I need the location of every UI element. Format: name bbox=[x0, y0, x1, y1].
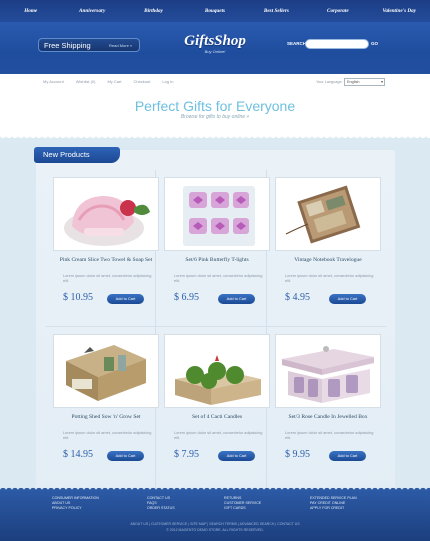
logo-text: GiftsShop bbox=[184, 33, 246, 49]
banner-subtitle[interactable]: Browse for gifts to buy online » bbox=[0, 114, 430, 120]
footer-link[interactable]: APPLY FOR CREDIT bbox=[310, 506, 357, 511]
product-price: $ 6.95 bbox=[174, 292, 199, 303]
add-to-cart-button[interactable]: Add to Cart bbox=[107, 294, 144, 304]
product-price: $ 7.95 bbox=[174, 449, 199, 460]
nav-corporate[interactable]: Corporate bbox=[307, 0, 368, 22]
chevron-down-icon: ▾ bbox=[380, 79, 383, 84]
account-links: My Account Wishlist (0) My Cart Checkout… bbox=[43, 79, 174, 85]
product-name[interactable]: Vintage Notebook Travelogue bbox=[275, 257, 381, 264]
hero-banner: Perfect Gifts for Everyone Browse for gi… bbox=[0, 91, 430, 140]
free-shipping-banner[interactable]: Free Shipping Read More » bbox=[38, 38, 140, 52]
product-price: $ 4.95 bbox=[285, 292, 310, 303]
product-description: Lorem ipsum dolor sit amet, consectetur … bbox=[285, 273, 374, 283]
product-price: $ 14.95 bbox=[63, 449, 93, 460]
logo-tagline: Buy Online! bbox=[204, 49, 226, 54]
search-label: SEARCH bbox=[287, 41, 307, 46]
product-image[interactable] bbox=[275, 177, 381, 251]
product-description: Lorem ipsum dolor sit amet, consectetur … bbox=[174, 273, 263, 283]
product-description: Lorem ipsum dolor sit amet, consectetur … bbox=[63, 273, 152, 283]
language-value: English bbox=[347, 80, 360, 84]
add-to-cart-button[interactable]: Add to Cart bbox=[218, 294, 255, 304]
nav-valentines-day[interactable]: Valentine's Day bbox=[369, 0, 430, 22]
free-shipping-label: Free Shipping bbox=[44, 41, 91, 50]
add-to-cart-button[interactable]: Add to Cart bbox=[218, 451, 255, 461]
nav-birthday[interactable]: Birthday bbox=[123, 0, 184, 22]
nav-best-sellers[interactable]: Best Sellers bbox=[246, 0, 307, 22]
footer-link[interactable]: ORDER STATUS bbox=[147, 506, 175, 511]
add-to-cart-button[interactable]: Add to Cart bbox=[329, 294, 366, 304]
footer-column: CONTACT US FAQS ORDER STATUS bbox=[147, 496, 175, 511]
search-go-button[interactable]: GO bbox=[371, 41, 378, 46]
add-to-cart-button[interactable]: Add to Cart bbox=[329, 451, 366, 461]
row-divider bbox=[46, 326, 386, 327]
product-description: Lorem ipsum dolor sit amet, consectetur … bbox=[63, 430, 152, 440]
nav-bouquets[interactable]: Bouquets bbox=[184, 0, 245, 22]
product-price: $ 9.95 bbox=[285, 449, 310, 460]
language-label: Your Language: bbox=[316, 80, 343, 84]
copyright: © 2012 MAGENTO DEMO STORE. ALL RIGHTS RE… bbox=[166, 528, 264, 532]
my-cart-link[interactable]: My Cart bbox=[107, 79, 121, 85]
footer-link[interactable]: PRIVACY POLICY bbox=[52, 506, 99, 511]
utility-bar: My Account Wishlist (0) My Cart Checkout… bbox=[0, 74, 430, 91]
logo[interactable]: GiftsShop Buy Online! bbox=[170, 33, 260, 54]
banner-title: Perfect Gifts for Everyone bbox=[134, 98, 296, 114]
nav-anniversary[interactable]: Anniversary bbox=[61, 0, 122, 22]
product-description: Lorem ipsum dolor sit amet, consectetur … bbox=[174, 430, 263, 440]
footer-scallop bbox=[0, 486, 430, 491]
product-name[interactable]: Pink Cream Slice Two Towel & Soap Set bbox=[53, 257, 159, 264]
wishlist-link[interactable]: Wishlist (0) bbox=[76, 79, 96, 85]
product-name[interactable]: Set/6 Pink Butterfly T-lights bbox=[164, 257, 270, 264]
product-name[interactable]: Potting Shed Sow 'n' Grow Set bbox=[53, 414, 159, 421]
language-select[interactable]: English ▾ bbox=[344, 78, 385, 86]
log-in-link[interactable]: Log In bbox=[162, 79, 173, 85]
product-image[interactable] bbox=[164, 177, 270, 251]
nav-home[interactable]: Home bbox=[0, 0, 61, 22]
top-nav: Home Anniversary Birthday Bouquets Best … bbox=[0, 0, 430, 22]
search-input[interactable] bbox=[305, 39, 369, 49]
footer-column: CONSUMER INFORMATION ABOUT US PRIVACY PO… bbox=[52, 496, 99, 511]
footer-column: RETURNS CUSTOMER SERVICE GIFT CARDS bbox=[224, 496, 261, 511]
footer-column: EXTENDED SERVICE PLAN PAY CREDIT ONLINE … bbox=[310, 496, 357, 511]
my-account-link[interactable]: My Account bbox=[43, 79, 64, 85]
checkout-link[interactable]: Checkout bbox=[133, 79, 150, 85]
section-title: New Products bbox=[43, 150, 90, 159]
add-to-cart-button[interactable]: Add to Cart bbox=[107, 451, 144, 461]
header: Free Shipping Read More » GiftsShop Buy … bbox=[0, 22, 430, 79]
product-image[interactable] bbox=[275, 334, 381, 408]
product-description: Lorem ipsum dolor sit amet, consectetur … bbox=[285, 430, 374, 440]
product-name[interactable]: Set of 4 Cacti Candles bbox=[164, 414, 270, 421]
product-image[interactable] bbox=[164, 334, 270, 408]
product-price: $ 10.95 bbox=[63, 292, 93, 303]
product-image[interactable] bbox=[53, 334, 159, 408]
banner-scallop bbox=[0, 135, 430, 140]
footer-link[interactable]: GIFT CARDS bbox=[224, 506, 261, 511]
read-more-link[interactable]: Read More » bbox=[109, 41, 132, 50]
section-tab: New Products bbox=[34, 147, 120, 163]
footer-bottom-links[interactable]: ABOUT US | CUSTOMER SERVICE | SITE MAP |… bbox=[0, 522, 430, 527]
product-image[interactable] bbox=[53, 177, 159, 251]
footer: CONSUMER INFORMATION ABOUT US PRIVACY PO… bbox=[0, 486, 430, 541]
product-name[interactable]: Set/3 Rose Candle In Jewelled Box bbox=[275, 414, 381, 421]
